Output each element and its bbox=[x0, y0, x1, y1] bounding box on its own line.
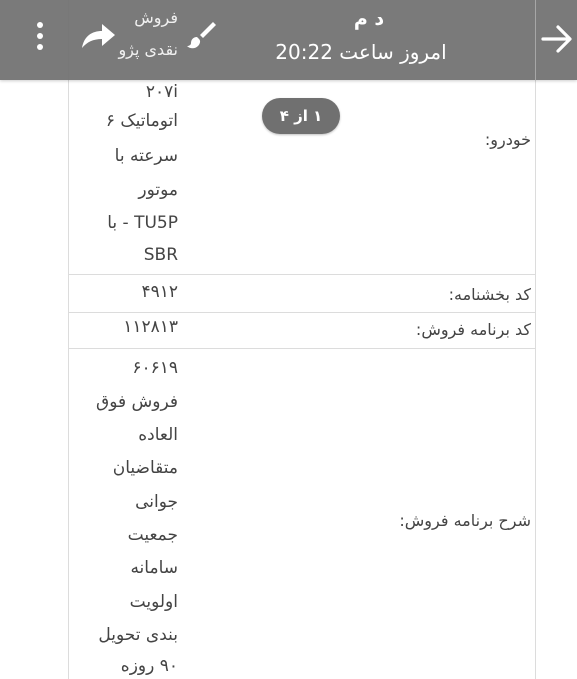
program-desc-value-line: فروش فوق bbox=[96, 392, 178, 412]
document-view[interactable]: ۲۰۷i اتوماتیک ۶ سرعته با موتور TU5P - با… bbox=[0, 0, 577, 679]
row-divider bbox=[68, 312, 535, 313]
program-desc-value-line: متقاضیان bbox=[112, 458, 178, 478]
more-options-button[interactable] bbox=[26, 16, 54, 56]
back-button[interactable] bbox=[536, 0, 577, 80]
program-desc-value-line: ۶۰۶۱۹ bbox=[132, 358, 178, 378]
table-border-right bbox=[535, 0, 536, 679]
program-desc-value-line: جمعیت bbox=[127, 525, 178, 545]
share-arrow-icon bbox=[82, 24, 115, 48]
program-desc-value-line: العاده bbox=[138, 425, 178, 445]
program-desc-label: شرح برنامه فروش: bbox=[399, 511, 531, 530]
page-indicator: ۱ از ۴ bbox=[262, 98, 340, 134]
program-desc-value-line: سامانه bbox=[130, 558, 178, 578]
car-value-line: ۲۰۷i bbox=[145, 82, 178, 102]
car-label: خودرو: bbox=[484, 130, 531, 149]
row-divider bbox=[68, 348, 535, 349]
brush-icon bbox=[187, 22, 216, 49]
share-button[interactable] bbox=[78, 20, 118, 52]
circular-code-label: کد بخشنامه: bbox=[448, 285, 531, 304]
program-desc-value-line: بندی تحویل bbox=[98, 625, 178, 645]
car-value-line: سرعته با bbox=[114, 146, 178, 166]
program-code-label: کد برنامه فروش: bbox=[415, 320, 531, 339]
program-code-value: ۱۱۲۸۱۳ bbox=[123, 317, 178, 337]
arrow-right-icon bbox=[541, 25, 572, 53]
row-divider bbox=[68, 274, 535, 275]
timestamp: امروز ساعت 20:22 bbox=[275, 40, 447, 64]
circular-code-value: ۴۹۱۲ bbox=[141, 282, 178, 302]
program-desc-value-line: اولویت bbox=[129, 592, 178, 612]
top-toolbar: فروش نقدی پژو د م امروز ساعت 20:22 bbox=[0, 0, 577, 80]
car-value-line: اتوماتیک ۶ bbox=[105, 111, 178, 131]
car-value-line: SBR bbox=[143, 245, 178, 265]
car-value-line: TU5P - با bbox=[107, 213, 178, 233]
sender-title: د م bbox=[353, 8, 385, 30]
annotate-button[interactable] bbox=[184, 18, 218, 52]
program-desc-value-line: جوانی bbox=[135, 492, 178, 512]
table-border-left bbox=[68, 0, 69, 679]
program-desc-value-line: ۹۰ روزه bbox=[120, 656, 178, 676]
car-value-line: موتور bbox=[138, 180, 178, 200]
